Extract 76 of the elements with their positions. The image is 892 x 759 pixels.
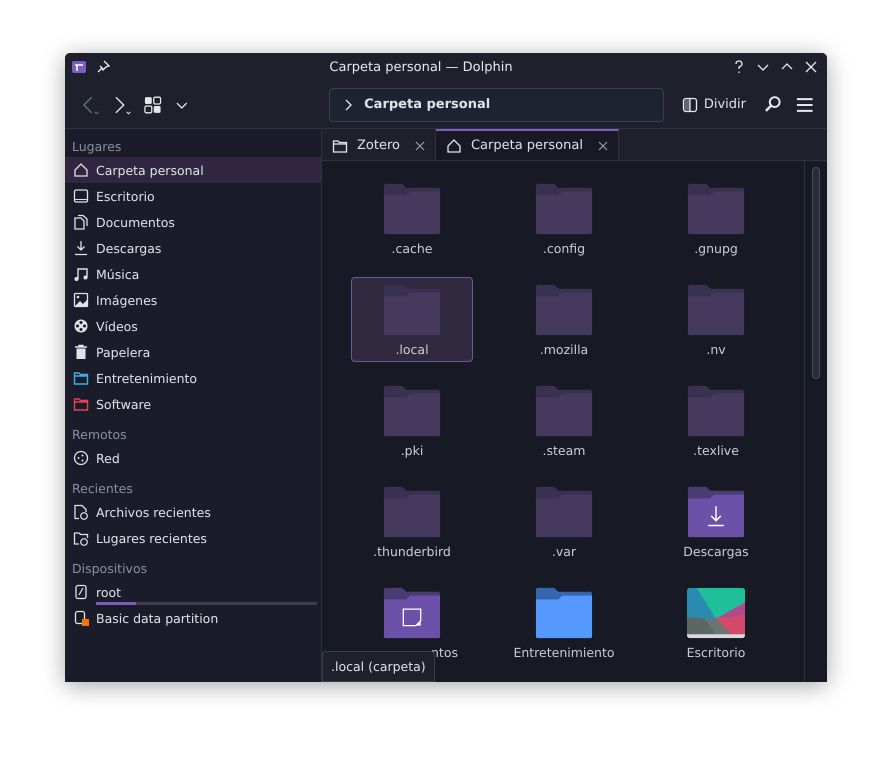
sidebar-item[interactable]: Vídeos <box>65 313 321 339</box>
app-icon <box>71 59 87 75</box>
section-heading: Dispositivos <box>71 560 148 578</box>
folder-icon <box>332 138 348 154</box>
folder-icon <box>687 183 745 235</box>
folder-icon <box>383 486 441 538</box>
file-item[interactable]: .pki <box>351 378 473 463</box>
sidebar-item[interactable]: Documentos <box>65 209 321 235</box>
file-item[interactable]: .texlive <box>655 378 777 463</box>
file-item[interactable]: .nv <box>655 277 777 362</box>
monitor-icon <box>73 188 89 204</box>
file-item[interactable]: .mozilla <box>503 277 625 362</box>
download-folder-icon <box>687 486 745 538</box>
sidebar-item[interactable]: Software <box>65 391 321 417</box>
folder-icon <box>535 486 593 538</box>
close-icon[interactable] <box>414 140 425 150</box>
file-item[interactable]: Escritorio <box>655 580 777 665</box>
folder-icon <box>383 183 441 235</box>
sidebar-item[interactable]: Imágenes <box>65 287 321 313</box>
sidebar-item[interactable]: Lugares recientes <box>65 525 321 551</box>
close-icon[interactable] <box>803 59 819 75</box>
sidebar-item[interactable]: Archivos recientes <box>65 499 321 525</box>
split-button[interactable]: Dividir <box>676 92 752 116</box>
file-item[interactable]: .gnupg <box>655 176 777 261</box>
sidebar-item[interactable]: Red <box>65 445 321 471</box>
sidebar-item[interactable]: Carpeta personal <box>65 157 321 183</box>
sidebar-item[interactable]: Música <box>65 261 321 287</box>
folder-icon <box>535 183 593 235</box>
network-icon <box>73 450 89 466</box>
film-reel-icon <box>73 318 89 334</box>
file-item[interactable]: .config <box>503 176 625 261</box>
drive-icon <box>73 610 89 626</box>
sidebar-item[interactable]: Entretenimiento <box>65 365 321 391</box>
sidebar-item[interactable]: Basic data partition <box>65 605 321 631</box>
sidebar-item[interactable]: root <box>65 579 321 605</box>
tab[interactable]: Carpeta personal <box>436 129 619 160</box>
folder-icon <box>383 385 441 437</box>
pin-icon[interactable] <box>95 59 111 75</box>
section-heading: Recientes <box>71 480 134 498</box>
section-heading: Lugares <box>71 138 122 156</box>
drive-icon <box>73 584 89 600</box>
home-icon <box>446 138 462 154</box>
documents-folder-icon <box>383 587 441 639</box>
file-item[interactable]: .thunderbird <box>351 479 473 564</box>
folder-icon <box>687 385 745 437</box>
home-icon <box>73 162 89 178</box>
sidebar-item[interactable]: Escritorio <box>65 183 321 209</box>
breadcrumb[interactable]: Carpeta personal <box>364 97 490 112</box>
file-item[interactable]: Descargas <box>655 479 777 564</box>
section-heading: Remotos <box>71 426 128 444</box>
folder-icon <box>687 284 745 336</box>
file-item[interactable]: .cache <box>351 176 473 261</box>
sidebar-item[interactable]: Descargas <box>65 235 321 261</box>
folder-icon <box>383 284 441 336</box>
folder-icon <box>535 284 593 336</box>
window-title: Carpeta personal — Dolphin <box>328 60 514 74</box>
view-mode-icon[interactable] <box>142 94 164 116</box>
image-icon <box>73 292 89 308</box>
recent-folder-icon <box>73 530 89 546</box>
file-item[interactable]: Entretenimiento <box>503 580 625 665</box>
sidebar-item[interactable]: Papelera <box>65 339 321 365</box>
documents-icon <box>73 214 89 230</box>
music-note-icon <box>73 266 89 282</box>
trash-icon <box>73 344 89 360</box>
close-icon[interactable] <box>598 140 608 150</box>
folder-icon <box>535 587 593 639</box>
recent-file-icon <box>73 504 89 520</box>
address-bar[interactable]: Carpeta personal <box>329 88 664 122</box>
file-item[interactable]: .steam <box>503 378 625 463</box>
split-view-icon <box>682 96 698 112</box>
file-item[interactable]: .local <box>351 277 473 362</box>
download-icon <box>73 240 89 256</box>
scrollbar-thumb[interactable] <box>812 167 820 379</box>
file-item[interactable]: .var <box>503 479 625 564</box>
tooltip: .local (carpeta) <box>322 651 435 682</box>
folder-icon <box>535 385 593 437</box>
